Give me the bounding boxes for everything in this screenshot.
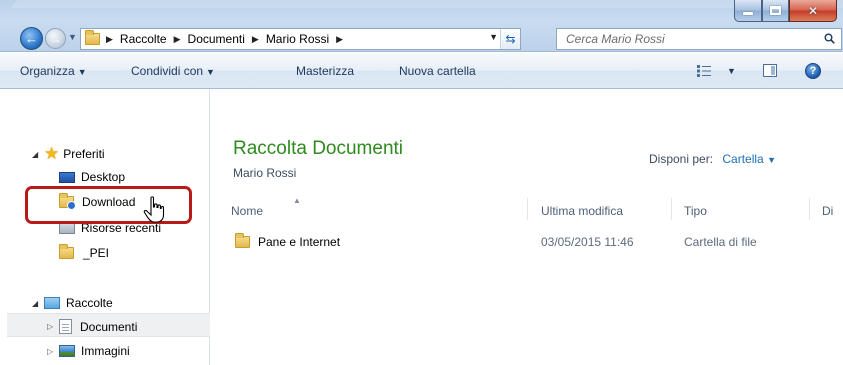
nav-item-documents-label: Documenti: [80, 319, 138, 334]
column-divider[interactable]: [527, 198, 528, 220]
refresh-button[interactable]: ⇆: [500, 29, 520, 49]
back-arrow-icon: ←: [25, 31, 38, 46]
nav-item-documents[interactable]: ▷ Documenti: [47, 319, 137, 334]
refresh-icon: ⇆: [505, 32, 516, 46]
arrange-by-value: Cartella: [722, 152, 764, 166]
hand-cursor-icon: [143, 196, 165, 223]
desktop-icon: [59, 171, 75, 183]
search-box[interactable]: [556, 28, 842, 50]
breadcrumb-separator-icon[interactable]: ▶: [336, 34, 343, 45]
folder-icon: [85, 30, 100, 45]
chevron-down-icon: ▼: [206, 67, 215, 77]
library-title: Raccolta Documenti: [233, 138, 404, 159]
file-row[interactable]: Pane e Internet 03/05/2015 11:46 Cartell…: [211, 231, 843, 253]
file-modified: 03/05/2015 11:46: [541, 235, 634, 249]
nav-item-pictures-label: Immagini: [81, 344, 130, 358]
recent-places-icon: [59, 222, 75, 234]
nav-item-pei-label: _PEI: [83, 246, 110, 260]
forward-arrow-icon: →: [49, 31, 62, 46]
column-divider[interactable]: [809, 198, 810, 220]
help-icon[interactable]: ?: [805, 63, 821, 79]
breadcrumb-separator-icon[interactable]: ▶: [106, 34, 113, 45]
window-caption-buttons: ✕: [734, 0, 837, 22]
chevron-down-icon: ▼: [77, 67, 87, 77]
libraries-icon: [44, 297, 60, 309]
address-history-dropdown-icon[interactable]: ▼: [489, 32, 498, 42]
star-icon: ★: [44, 144, 60, 163]
share-with-menu[interactable]: Condividi con ▼: [131, 64, 215, 78]
search-icon[interactable]: [824, 33, 835, 44]
folder-icon: [59, 244, 74, 259]
breadcrumb-mario-rossi[interactable]: Mario Rossi: [266, 32, 329, 46]
breadcrumb-documenti[interactable]: Documenti: [188, 32, 245, 46]
maximize-icon: [770, 6, 781, 15]
file-type: Cartella di file: [684, 235, 757, 249]
file-name: Pane e Internet: [258, 235, 341, 249]
share-with-label: Condividi con: [131, 64, 204, 78]
burn-button[interactable]: Masterizza: [296, 64, 354, 78]
documents-icon: [59, 319, 72, 334]
address-bar[interactable]: ▶ Raccolte ▶ Documenti ▶ Mario Rossi ▶ ▼…: [80, 28, 521, 50]
nav-favorites-label: Preferiti: [63, 147, 105, 161]
nav-item-desktop[interactable]: Desktop: [59, 170, 125, 184]
maximize-button[interactable]: [762, 0, 789, 22]
expand-arrow-icon[interactable]: ◢: [32, 150, 44, 159]
breadcrumb-raccolte[interactable]: Raccolte: [120, 32, 167, 46]
column-header-type[interactable]: Tipo: [684, 204, 707, 218]
titlebar-glass: [12, 0, 843, 8]
content-pane: [211, 90, 843, 365]
file-name-cell: Pane e Internet: [235, 233, 341, 249]
navigation-row: ← → ▼ ▶ Raccolte ▶ Documenti ▶ Mario Ros…: [0, 24, 843, 52]
nav-favorites[interactable]: ◢ ★ Preferiti: [32, 144, 105, 163]
view-dropdown-icon[interactable]: ▼: [727, 66, 736, 76]
nav-libraries[interactable]: ◢ Raccolte: [32, 296, 113, 310]
minimize-button[interactable]: [734, 0, 762, 22]
view-options-icon[interactable]: [697, 65, 711, 77]
library-subtitle: Mario Rossi: [233, 166, 297, 180]
minimize-icon: [743, 12, 753, 15]
window-titlebar: ✕ ← → ▼ ▶ Raccolte ▶ Documenti ▶ Mario R…: [0, 0, 843, 52]
column-divider[interactable]: [671, 198, 672, 220]
back-button[interactable]: ←: [20, 27, 43, 50]
folder-icon: [235, 233, 250, 248]
nav-item-pei[interactable]: _PEI: [59, 244, 110, 260]
nav-item-pictures[interactable]: ▷ Immagini: [47, 344, 130, 358]
organize-label: Organizza: [20, 64, 75, 78]
close-icon: ✕: [807, 3, 819, 18]
close-button[interactable]: ✕: [789, 0, 837, 22]
collapse-arrow-icon[interactable]: ▷: [47, 322, 59, 331]
search-input[interactable]: [557, 29, 812, 49]
nav-item-download[interactable]: Download: [59, 193, 136, 210]
recent-pages-dropdown[interactable]: ▼: [68, 32, 77, 42]
nav-item-download-label: Download: [82, 195, 136, 209]
sort-ascending-icon: ▲: [293, 196, 301, 205]
column-header-row: Nome Ultima modifica Tipo Di: [211, 195, 843, 223]
download-folder-icon: [59, 193, 76, 210]
preview-pane-icon[interactable]: [763, 64, 777, 77]
breadcrumb-separator-icon[interactable]: ▶: [174, 34, 181, 45]
nav-item-desktop-label: Desktop: [81, 170, 126, 184]
arrange-by: Disponi per: Cartella ▼: [649, 152, 776, 166]
arrange-by-dropdown[interactable]: Cartella ▼: [722, 152, 776, 166]
nav-libraries-label: Raccolte: [66, 296, 113, 310]
column-header-size[interactable]: Di: [822, 204, 833, 218]
command-bar: Organizza ▼ Condividi con ▼ Masterizza Nuo…: [0, 53, 843, 89]
organize-menu[interactable]: Organizza ▼: [20, 64, 87, 78]
forward-button[interactable]: →: [45, 28, 66, 49]
column-header-modified[interactable]: Ultima modifica: [541, 204, 623, 218]
chevron-down-icon: ▼: [767, 155, 776, 165]
breadcrumb-separator-icon[interactable]: ▶: [252, 34, 259, 45]
new-folder-button[interactable]: Nuova cartella: [399, 64, 476, 78]
expand-arrow-icon[interactable]: ◢: [32, 299, 44, 308]
arrange-by-label: Disponi per:: [649, 152, 714, 166]
column-header-name[interactable]: Nome: [231, 204, 263, 218]
pictures-icon: [59, 345, 75, 357]
collapse-arrow-icon[interactable]: ▷: [47, 347, 59, 356]
